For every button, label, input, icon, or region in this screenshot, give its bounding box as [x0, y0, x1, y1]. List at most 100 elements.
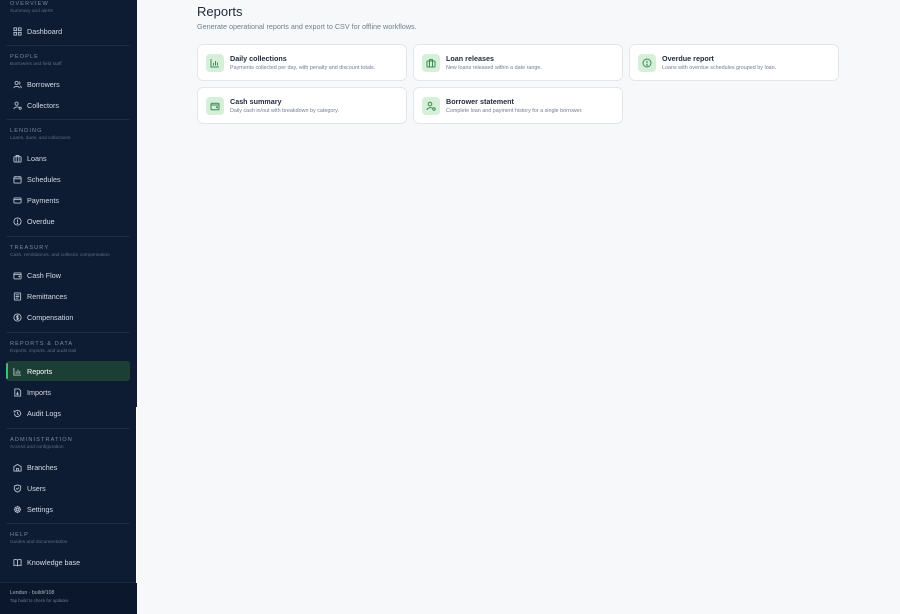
section-header-treasury: Treasury Cash, remittances, and collecto… — [10, 244, 110, 259]
sidebar-item-branches[interactable]: Branches — [6, 457, 130, 477]
sidebar-item-payments[interactable]: Payments — [6, 190, 130, 210]
sidebar-item-remittances[interactable]: Remittances — [6, 286, 130, 306]
sidebar-item-cash-flow[interactable]: Cash Flow — [6, 265, 130, 285]
divider — [6, 236, 130, 237]
card-description: Loans with overdue schedules grouped by … — [662, 64, 777, 71]
section-title: Administration — [10, 437, 73, 443]
sidebar-item-label: Remittances — [27, 291, 67, 301]
sidebar-item-label: Audit Logs — [27, 408, 61, 418]
book-icon — [12, 557, 22, 567]
section-subtitle: Cash, remittances, and collector compens… — [10, 253, 110, 258]
section-subtitle: Loans, dues, and collections — [10, 136, 71, 141]
sidebar-item-label: Collectors — [27, 100, 59, 110]
sidebar-item-label: Cash Flow — [27, 270, 61, 280]
sidebar-item-label: Overdue — [27, 216, 55, 226]
report-card-loan-releases[interactable]: Loan releases New loans released within … — [413, 44, 623, 81]
section-subtitle: Guides and documentation — [10, 540, 68, 545]
sidebar-item-label: Settings — [27, 504, 53, 514]
section-subtitle: Access and configuration — [10, 445, 64, 450]
sidebar-item-label: Users — [27, 483, 46, 493]
card-title: Daily collections — [230, 53, 287, 63]
section-subtitle: Borrowers and field staff — [10, 62, 62, 67]
receipt-icon — [12, 291, 22, 301]
build-info[interactable]: Lendun · build#108 — [10, 589, 127, 597]
briefcase-icon — [12, 153, 22, 163]
sidebar-item-knowledge-base[interactable]: Knowledge base — [6, 552, 130, 572]
sidebar-item-label: Knowledge base — [27, 557, 81, 567]
wallet-icon — [12, 270, 22, 280]
section-header-reports-data: Reports & Data Exports, imports, and aud… — [10, 340, 76, 355]
sidebar-item-audit-logs[interactable]: Audit Logs — [6, 403, 130, 423]
card-description: Payments collected per day, with penalty… — [230, 64, 376, 71]
sidebar-item-schedules[interactable]: Schedules — [6, 169, 130, 189]
card-description: New loans released within a date range. — [446, 64, 542, 71]
sidebar-item-borrowers[interactable]: Borrowers — [6, 74, 130, 94]
section-header-administration: Administration Access and configuration — [10, 436, 73, 451]
divider — [6, 119, 130, 120]
section-header-overview: Overview Summary and alerts — [10, 0, 53, 15]
sidebar-item-label: Payments — [27, 195, 59, 205]
sidebar-item-reports[interactable]: Reports — [6, 361, 130, 381]
sidebar-item-label: Imports — [27, 387, 51, 397]
sidebar-item-loans[interactable]: Loans — [6, 148, 130, 168]
page-subtitle: Generate operational reports and export … — [197, 22, 417, 31]
sidebar-item-compensation[interactable]: Compensation — [6, 307, 130, 327]
report-card-cash-summary[interactable]: Cash summary Daily cash in/out with brea… — [197, 87, 407, 124]
divider — [6, 523, 130, 524]
build-hint: Tap build to check for updates — [10, 598, 69, 603]
alert-circle-icon — [12, 216, 22, 226]
section-header-help: Help Guides and documentation — [10, 531, 67, 546]
section-title: Help — [10, 532, 30, 538]
sidebar-item-collectors[interactable]: Collectors — [6, 95, 130, 115]
dollar-circle-icon — [12, 312, 22, 322]
sidebar-item-imports[interactable]: Imports — [6, 382, 130, 402]
sidebar-item-label: Dashboard — [27, 26, 63, 36]
card-title: Borrower statement — [446, 96, 514, 106]
report-card-daily-collections[interactable]: Daily collections Payments collected per… — [197, 44, 407, 81]
section-title: Overview — [10, 1, 49, 7]
user-badge-icon — [422, 96, 440, 115]
divider — [6, 428, 130, 429]
card-description: Daily cash in/out with breakdown by cate… — [230, 107, 339, 114]
page-title: Reports — [197, 4, 243, 19]
sidebar-item-dashboard[interactable]: Dashboard — [6, 21, 130, 41]
history-icon — [12, 408, 22, 418]
alert-circle-icon — [638, 53, 656, 72]
section-header-lending: Lending Loans, dues, and collections — [10, 127, 71, 142]
sidebar-item-overdue[interactable]: Overdue — [6, 211, 130, 231]
card-description: Complete loan and payment history for a … — [446, 107, 583, 114]
section-title: Treasury — [10, 245, 50, 251]
dashboard-icon — [12, 26, 22, 36]
building-icon — [12, 462, 22, 472]
calendar-icon — [12, 174, 22, 184]
section-title: Lending — [10, 128, 43, 134]
bar-chart-icon — [206, 53, 224, 72]
section-header-people: People Borrowers and field staff — [10, 53, 62, 68]
main-content: Reports Generate operational reports and… — [137, 0, 900, 614]
file-import-icon — [12, 387, 22, 397]
shield-icon — [12, 483, 22, 493]
bar-chart-icon — [12, 366, 22, 376]
section-title: Reports & Data — [10, 341, 74, 347]
sidebar-item-settings[interactable]: Settings — [6, 499, 130, 519]
users-icon — [12, 79, 22, 89]
user-badge-icon — [12, 100, 22, 110]
report-card-borrower-statement[interactable]: Borrower statement Complete loan and pay… — [413, 87, 623, 124]
sidebar-footer: Lendun · build#108 Tap build to check fo… — [0, 582, 137, 614]
report-card-overdue-report[interactable]: Overdue report Loans with overdue schedu… — [629, 44, 839, 81]
wallet-icon — [206, 96, 224, 115]
card-title: Cash summary — [230, 96, 282, 106]
card-title: Loan releases — [446, 53, 494, 63]
briefcase-icon — [422, 53, 440, 72]
credit-card-icon — [12, 195, 22, 205]
divider — [6, 45, 130, 46]
sidebar-item-label: Loans — [27, 153, 47, 163]
divider — [6, 332, 130, 333]
sidebar-item-users[interactable]: Users — [6, 478, 130, 498]
section-subtitle: Exports, imports, and audit trail — [10, 349, 77, 354]
sidebar-item-label: Branches — [27, 462, 58, 472]
sidebar-item-label: Reports — [27, 366, 53, 376]
sidebar-item-label: Schedules — [27, 174, 61, 184]
sidebar-item-label: Compensation — [27, 312, 74, 322]
gear-icon — [12, 504, 22, 514]
